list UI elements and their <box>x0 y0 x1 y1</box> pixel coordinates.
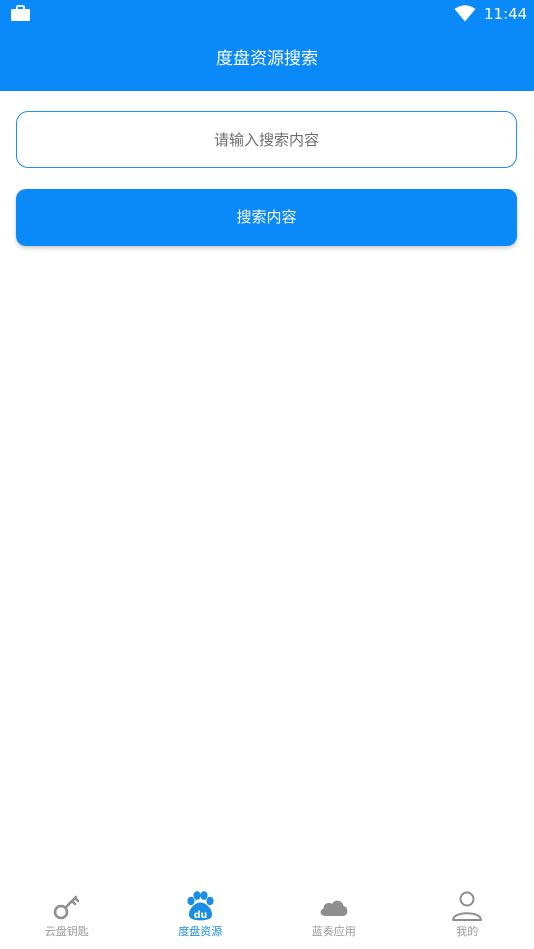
briefcase-icon <box>11 5 30 21</box>
nav-item-baidu-resources[interactable]: du 度盘资源 <box>134 880 268 949</box>
nav-item-lanzou-apps[interactable]: 蓝奏应用 <box>267 880 401 949</box>
status-time: 11:44 <box>484 5 528 23</box>
status-bar: 11:44 <box>0 0 534 30</box>
search-button[interactable]: 搜索内容 <box>16 189 517 246</box>
nav-label: 蓝奏应用 <box>311 925 356 938</box>
cloud-icon <box>320 900 348 916</box>
nav-label: 度盘资源 <box>178 925 223 938</box>
nav-item-cloud-key[interactable]: 云盘钥匙 <box>0 880 134 949</box>
nav-label: 云盘钥匙 <box>44 925 89 938</box>
bottom-nav: 云盘钥匙 du 度盘资源 蓝奏应用 我的 <box>0 880 534 949</box>
baidu-paw-icon: du <box>187 891 214 921</box>
nav-item-mine[interactable]: 我的 <box>401 880 534 949</box>
nav-label: 我的 <box>456 925 479 938</box>
key-icon <box>53 895 79 920</box>
search-input[interactable] <box>16 111 517 168</box>
wifi-icon <box>454 5 476 22</box>
svg-text:du: du <box>194 910 208 921</box>
app-header: 11:44 度盘资源搜索 <box>0 0 534 91</box>
page-title: 度盘资源搜索 <box>216 49 318 69</box>
user-icon <box>452 891 483 921</box>
